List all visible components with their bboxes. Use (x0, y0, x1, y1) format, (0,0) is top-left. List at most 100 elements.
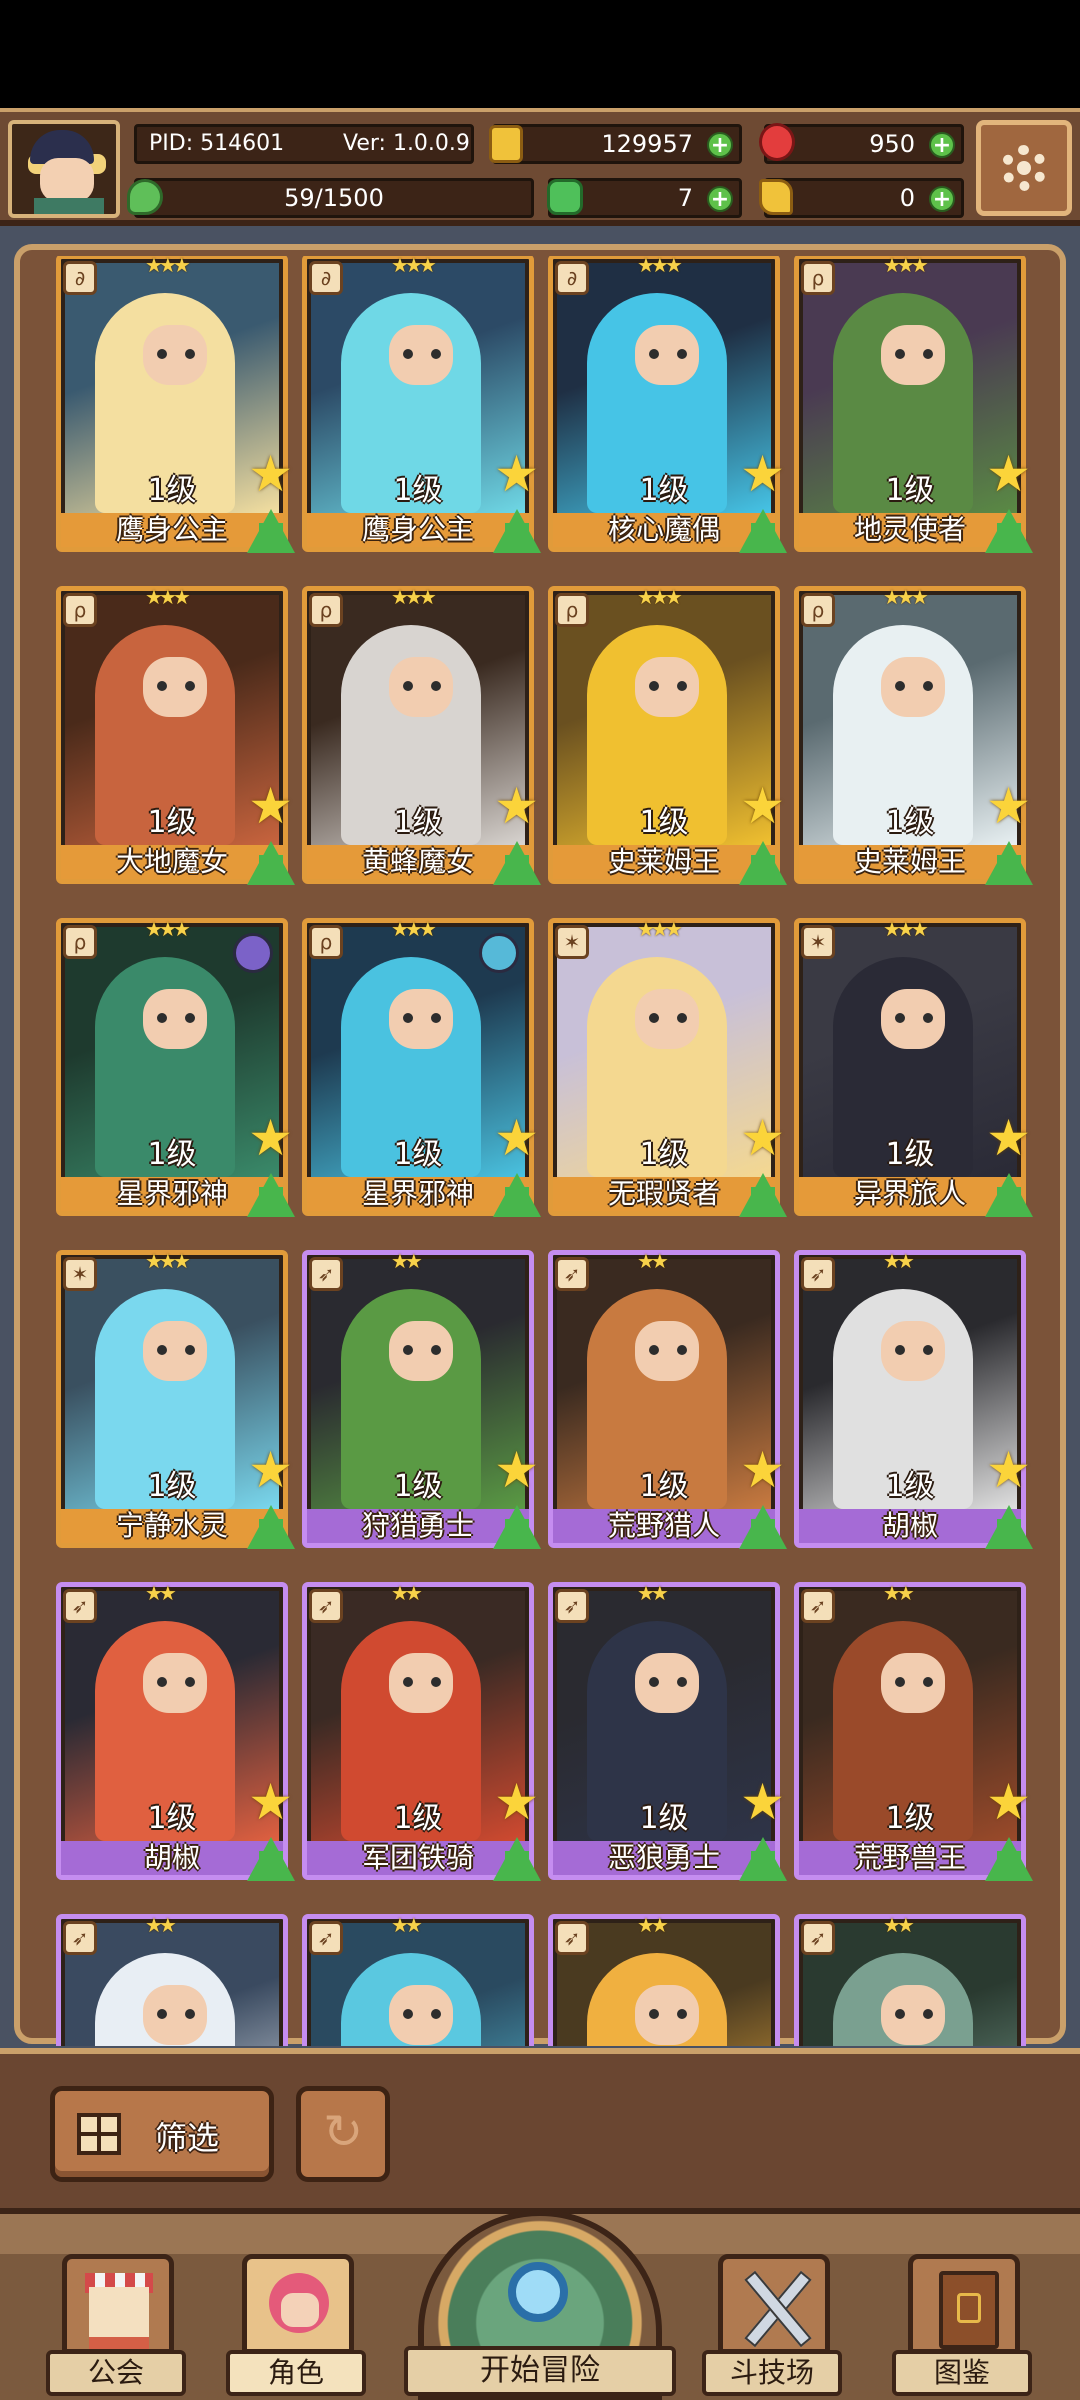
character-card[interactable]: ➶ ★★ 1级 ★ 胡椒 (794, 1249, 1033, 1549)
rarity-stars: ★★★ (145, 1249, 191, 1273)
level-up-arrow-icon (247, 1173, 295, 1217)
rarity-stars: ★★★ (637, 917, 683, 941)
energy-bar: 59/1500 (127, 178, 534, 218)
add-gems-button[interactable]: + (929, 132, 955, 158)
rarity-stars: ★★★ (883, 585, 929, 609)
rarity-stars: ★★★ (391, 256, 437, 277)
level-up-arrow-icon (739, 841, 787, 885)
bow-icon: ➶ (801, 1921, 835, 1955)
rarity-stars: ★★ (637, 1581, 669, 1605)
cross-icon: ✶ (555, 925, 589, 959)
character-card[interactable]: ρ ★★★ 1级 ★ 黄蜂魔女 (302, 585, 541, 885)
character-grid[interactable]: ∂ ★★★ 1级 ★ 鹰身公主 ∂ ★★★ 1级 ★ 鹰身公主 ∂ ★★★ 1级 ★ 核心魔偶 ρ ★★★ 1级 ★… (40, 256, 1040, 2046)
character-card[interactable]: ➶ ★★ (302, 1913, 534, 2046)
bow-icon: ➶ (801, 1589, 835, 1623)
star-upgrade-icon: ★ (740, 445, 785, 503)
character-card[interactable]: ✶ ★★★ 1级 ★ 无瑕贤者 (548, 917, 787, 1217)
level-up-arrow-icon (247, 509, 295, 553)
character-card[interactable]: ✶ ★★★ 1级 ★ 异界旅人 (794, 917, 1033, 1217)
refresh-button[interactable]: ↻ (296, 2086, 390, 2182)
star-upgrade-icon: ★ (740, 1773, 785, 1831)
rarity-stars: ★★★ (883, 256, 929, 277)
star-upgrade-icon: ★ (986, 1441, 1031, 1499)
player-id: PID: 514601 (149, 131, 285, 156)
gem-counter: 950 + (759, 123, 964, 164)
character-card[interactable]: ρ ★★★ 1级 ★ 星界邪神 (56, 917, 295, 1217)
grid-icon (77, 2113, 121, 2155)
character-card[interactable]: ρ ★★★ 1级 ★ 星界邪神 (302, 917, 541, 1217)
level-up-arrow-icon (247, 841, 295, 885)
nav-codex-label: 图鉴 (892, 2350, 1032, 2396)
character-card[interactable]: ρ ★★★ 1级 ★ 大地魔女 (56, 585, 295, 885)
character-card[interactable]: ρ ★★★ 1级 ★ 史莱姆王 (794, 585, 1033, 885)
star-upgrade-icon: ★ (740, 1441, 785, 1499)
character-card[interactable]: ➶ ★★ 1级 ★ 狩猎勇士 (302, 1249, 541, 1549)
level-up-arrow-icon (493, 1505, 541, 1549)
start-adventure-label: 开始冒险 (404, 2346, 676, 2396)
nav-codex[interactable]: 图鉴 (892, 2254, 1032, 2396)
clover-value: 7 (677, 184, 693, 212)
character-card[interactable]: ➶ ★★ 1级 ★ 胡椒 (56, 1581, 295, 1881)
rarity-stars: ★★★ (883, 917, 929, 941)
link-icon: ∂ (555, 261, 589, 295)
star-upgrade-icon: ★ (248, 445, 293, 503)
magnifier-icon (508, 2262, 568, 2322)
star-upgrade-icon: ★ (494, 445, 539, 503)
character-card[interactable]: ➶ ★★ 1级 ★ 荒野猎人 (548, 1249, 787, 1549)
level-up-arrow-icon (493, 1837, 541, 1881)
codex-book-icon (908, 2254, 1020, 2354)
start-adventure-button[interactable]: 开始冒险 (404, 2210, 676, 2400)
nav-guild[interactable]: 公会 (46, 2254, 186, 2396)
bow-icon: ➶ (555, 1921, 589, 1955)
player-avatar[interactable] (8, 120, 120, 218)
character-card[interactable]: ➶ ★★ (548, 1913, 780, 2046)
character-card[interactable]: ∂ ★★★ 1级 ★ 鹰身公主 (302, 256, 541, 553)
character-card[interactable]: ✶ ★★★ 1级 ★ 宁静水灵 (56, 1249, 295, 1549)
rarity-stars: ★★ (883, 1581, 915, 1605)
link-icon: ∂ (309, 261, 343, 295)
nav-guild-label: 公会 (46, 2350, 186, 2396)
character-card[interactable]: ➶ ★★ (794, 1913, 1026, 2046)
character-card[interactable]: ➶ ★★ (56, 1913, 288, 2046)
character-card[interactable]: ➶ ★★ 1级 ★ 恶狼勇士 (548, 1581, 787, 1881)
rarity-stars: ★★ (145, 1913, 177, 1937)
settings-button[interactable] (976, 120, 1072, 216)
clover-icon (547, 179, 583, 215)
add-clover-button[interactable]: + (707, 186, 733, 212)
energy-value: 59/1500 (284, 184, 384, 212)
character-card[interactable]: ρ ★★★ 1级 ★ 地灵使者 (794, 256, 1033, 553)
bow-icon: ➶ (801, 1257, 835, 1291)
status-bar-area (0, 0, 1080, 108)
level-up-arrow-icon (739, 1837, 787, 1881)
nav-characters[interactable]: 角色 (226, 2254, 366, 2396)
character-card[interactable]: ρ ★★★ 1级 ★ 史莱姆王 (548, 585, 787, 885)
character-card[interactable]: ➶ ★★ 1级 ★ 荒野兽王 (794, 1581, 1033, 1881)
rarity-stars: ★★ (637, 1913, 669, 1937)
nav-characters-label: 角色 (226, 2350, 366, 2396)
star-upgrade-icon: ★ (248, 1109, 293, 1167)
rarity-stars: ★★★ (145, 917, 191, 941)
star-upgrade-icon: ★ (494, 777, 539, 835)
rarity-stars: ★★ (637, 1249, 669, 1273)
filter-label: 筛选 (155, 2119, 220, 2157)
guild-shop-icon (62, 2254, 174, 2354)
character-card[interactable]: ➶ ★★ 1级 ★ 军团铁骑 (302, 1581, 541, 1881)
star-upgrade-icon: ★ (986, 777, 1031, 835)
character-portrait (311, 1923, 525, 2046)
nav-arena[interactable]: 斗技场 (702, 2254, 842, 2396)
gear-icon (1001, 145, 1047, 191)
staff-icon: ρ (309, 593, 343, 627)
bow-icon: ➶ (309, 1921, 343, 1955)
element-orb-icon (479, 933, 519, 973)
add-scroll-button[interactable]: + (929, 186, 955, 212)
add-gold-button[interactable]: + (707, 132, 733, 158)
gem-value: 950 (869, 130, 915, 158)
filter-button[interactable]: 筛选 (50, 2086, 274, 2182)
character-card[interactable]: ∂ ★★★ 1级 ★ 鹰身公主 (56, 256, 295, 553)
level-up-arrow-icon (247, 1837, 295, 1881)
star-upgrade-icon: ★ (494, 1109, 539, 1167)
cross-icon: ✶ (63, 1257, 97, 1291)
character-card[interactable]: ∂ ★★★ 1级 ★ 核心魔偶 (548, 256, 787, 553)
level-up-arrow-icon (739, 509, 787, 553)
scroll-value: 0 (899, 184, 915, 212)
